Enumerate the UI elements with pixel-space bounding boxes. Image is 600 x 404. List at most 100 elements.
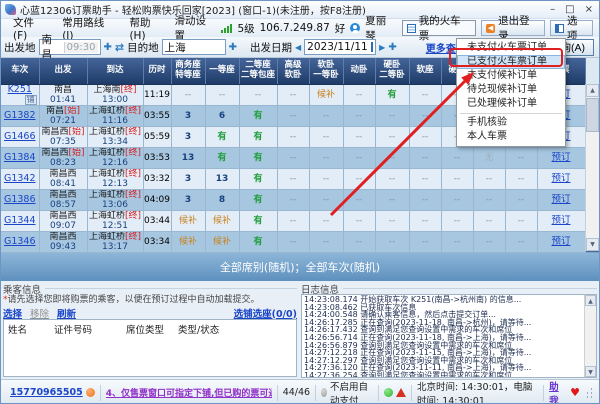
menu-item-option[interactable]: 待兑现候补订单 [457, 83, 565, 97]
date-label: 出发日期 [250, 41, 292, 54]
column-header[interactable]: 商务座 特等座 [171, 58, 206, 85]
seat-availability-cell: -- [309, 189, 344, 211]
menu-item-option[interactable]: 手机核验 [457, 116, 565, 130]
log-scroll-up-icon[interactable]: ▲ [585, 295, 596, 306]
column-header[interactable]: 车次 [1, 58, 40, 85]
seat-availability-cell: 候补 [171, 210, 206, 232]
book-link[interactable]: 预订 [551, 215, 570, 226]
column-header[interactable]: 到达 [87, 58, 144, 85]
seat-availability-cell: 有 [375, 84, 410, 106]
train-number-link[interactable]: G1346 [4, 236, 36, 247]
swap-stations-icon[interactable]: ⇄ [115, 41, 124, 54]
col-seat-type: 席位类型 [126, 325, 165, 336]
train-number-link[interactable]: G1342 [4, 173, 36, 184]
seat-availability-cell: -- [505, 147, 538, 169]
column-header[interactable]: 硬卧 二等卧 [375, 58, 410, 85]
log-scroll-down-icon[interactable]: ▼ [585, 366, 596, 377]
seat-availability-cell: -- [277, 84, 310, 106]
options-button[interactable]: 选项 [550, 15, 593, 42]
autopay-label[interactable]: 不启用自动支付 [330, 379, 373, 404]
add-date-icon[interactable]: ✚ [388, 42, 396, 53]
passenger-select-link[interactable]: 选择 [3, 306, 22, 320]
book-link[interactable]: 预订 [551, 152, 570, 163]
column-header[interactable]: 动卧 [343, 58, 376, 85]
seat-availability-cell: -- [343, 189, 376, 211]
log-line: 14:27:36.254 查询到满足您查询设置中需求的车次和席位 [304, 370, 513, 378]
from-station-input[interactable]: 南昌 09:30 [38, 34, 101, 61]
passenger-list-header: 姓名 证件号码 席位类型 类型/状态 [8, 322, 292, 336]
seat-availability-cell: -- [277, 231, 310, 253]
calendar-icon[interactable] [370, 42, 374, 52]
seat-availability-cell: -- [375, 189, 410, 211]
menu-item-option[interactable]: 未支付候补订单 [457, 69, 565, 83]
seat-availability-cell: -- [343, 231, 376, 253]
column-header[interactable]: 高级 软卧 [277, 58, 310, 85]
menu-item-option[interactable]: 未支付火车票订单 [457, 41, 565, 55]
train-number-link[interactable]: G1344 [4, 215, 36, 226]
arrival-cell: 上海虹桥[终] 13:06 [87, 189, 144, 211]
scroll-up-icon[interactable]: ▲ [586, 84, 599, 97]
train-number-link[interactable]: G1382 [4, 110, 36, 121]
column-header[interactable]: 二等座 二等包座 [239, 58, 278, 85]
seat-availability-cell: -- [309, 126, 344, 148]
book-cell: 预订 [537, 189, 586, 211]
column-header[interactable]: 一等座 [205, 58, 240, 85]
add-to-icon[interactable]: ✚ [229, 42, 237, 53]
seat-availability-cell: 有 [239, 231, 278, 253]
seat-availability-cell: -- [343, 168, 376, 190]
contact-phone-link[interactable]: 15770965505 [10, 387, 83, 398]
menu-item-selected[interactable]: 已支付火车票订单 [457, 55, 565, 69]
passenger-refresh-link[interactable]: 刷新 [57, 306, 76, 320]
seat-availability-cell: -- [309, 231, 344, 253]
seat-availability-cell: -- [505, 168, 538, 190]
bottom-region: 乘客信息 *请先选择您即将购票的乘客，以便在预订过程中自动加载提交。 选择 移除… [1, 281, 599, 379]
seat-availability-cell: -- [375, 105, 410, 127]
train-number-link[interactable]: G1466 [4, 131, 36, 142]
train-number-link[interactable]: K251 [8, 84, 32, 95]
add-from-icon[interactable]: ✚ [104, 42, 112, 53]
book-link[interactable]: 预订 [551, 173, 570, 184]
column-header[interactable]: 软座 [409, 58, 442, 85]
to-station-input[interactable]: 上海 [161, 39, 226, 55]
seat-availability-cell: 有 [205, 126, 240, 148]
column-header[interactable]: 历时 [143, 58, 172, 85]
date-input[interactable]: 2023/11/11 [304, 39, 377, 55]
seat-filter-bar[interactable]: 全部席别(随机)；全部车次(随机) [1, 252, 599, 281]
duration-cell: 05:59 [143, 126, 172, 148]
scroll-down-icon[interactable]: ▼ [586, 238, 599, 251]
passenger-remove-link[interactable]: 移除 [30, 306, 49, 320]
notice-marquee[interactable]: 4、仅售票窗口可指定下铺,但已购的票可通过改签换为下铺 [106, 386, 272, 399]
next-day-icon[interactable]: ▶ [379, 43, 385, 52]
passenger-list[interactable]: 姓名 证件号码 席位类型 类型/状态 [3, 319, 297, 377]
seat-availability-cell: -- [277, 126, 310, 148]
prev-day-icon[interactable]: ◀ [295, 43, 301, 52]
seat-availability-cell: -- [441, 231, 474, 253]
scrollbar-thumb[interactable] [586, 98, 599, 132]
menu-item-option[interactable]: 本人车票 [457, 130, 565, 144]
seat-availability-cell: -- [309, 168, 344, 190]
train-number-link[interactable]: G1384 [4, 152, 36, 163]
log-box[interactable]: 14:23:08.174 开始获取车次 K251(南昌->杭州南) 的信息...… [301, 294, 597, 378]
train-row: G1344 南昌西 09:07 上海虹桥[终] 12:51 03:44 候补 候补有 -- -- -… [1, 210, 586, 232]
log-scrollbar[interactable]: ▲ ▼ [584, 295, 596, 377]
seat-availability-cell: 有 [239, 105, 278, 127]
berth-badge: 铺 [24, 94, 37, 104]
column-header[interactable]: 出发 [39, 58, 88, 85]
resize-grip[interactable] [587, 391, 588, 394]
seat-availability-cell: -- [441, 189, 474, 211]
warning-icon[interactable] [395, 388, 406, 397]
departure-cell: 南昌西 08:57 [39, 189, 88, 211]
logout-button[interactable]: ◀ 退出登录 [481, 15, 546, 42]
clock-text: 北京时间: 14:30:01，电脑时间: 14:30:01 [416, 381, 533, 404]
menu-item-option[interactable]: 已处理候补订单 [457, 97, 565, 111]
logout-icon: ◀ [486, 23, 496, 33]
my-tickets-button[interactable]: 我的火车票 [401, 15, 477, 42]
column-header[interactable]: 软卧 一等卧 [309, 58, 344, 85]
book-link[interactable]: 预订 [551, 236, 570, 247]
seat-availability-cell: -- [239, 84, 278, 106]
book-link[interactable]: 预订 [551, 194, 570, 205]
departure-cell: 南昌西 08:41 [39, 168, 88, 190]
train-number-link[interactable]: G1386 [4, 194, 36, 205]
table-scrollbar[interactable]: ▲ ▼ [585, 84, 599, 251]
seat-berth-link[interactable]: 选铺选座(0/0) [234, 306, 297, 320]
